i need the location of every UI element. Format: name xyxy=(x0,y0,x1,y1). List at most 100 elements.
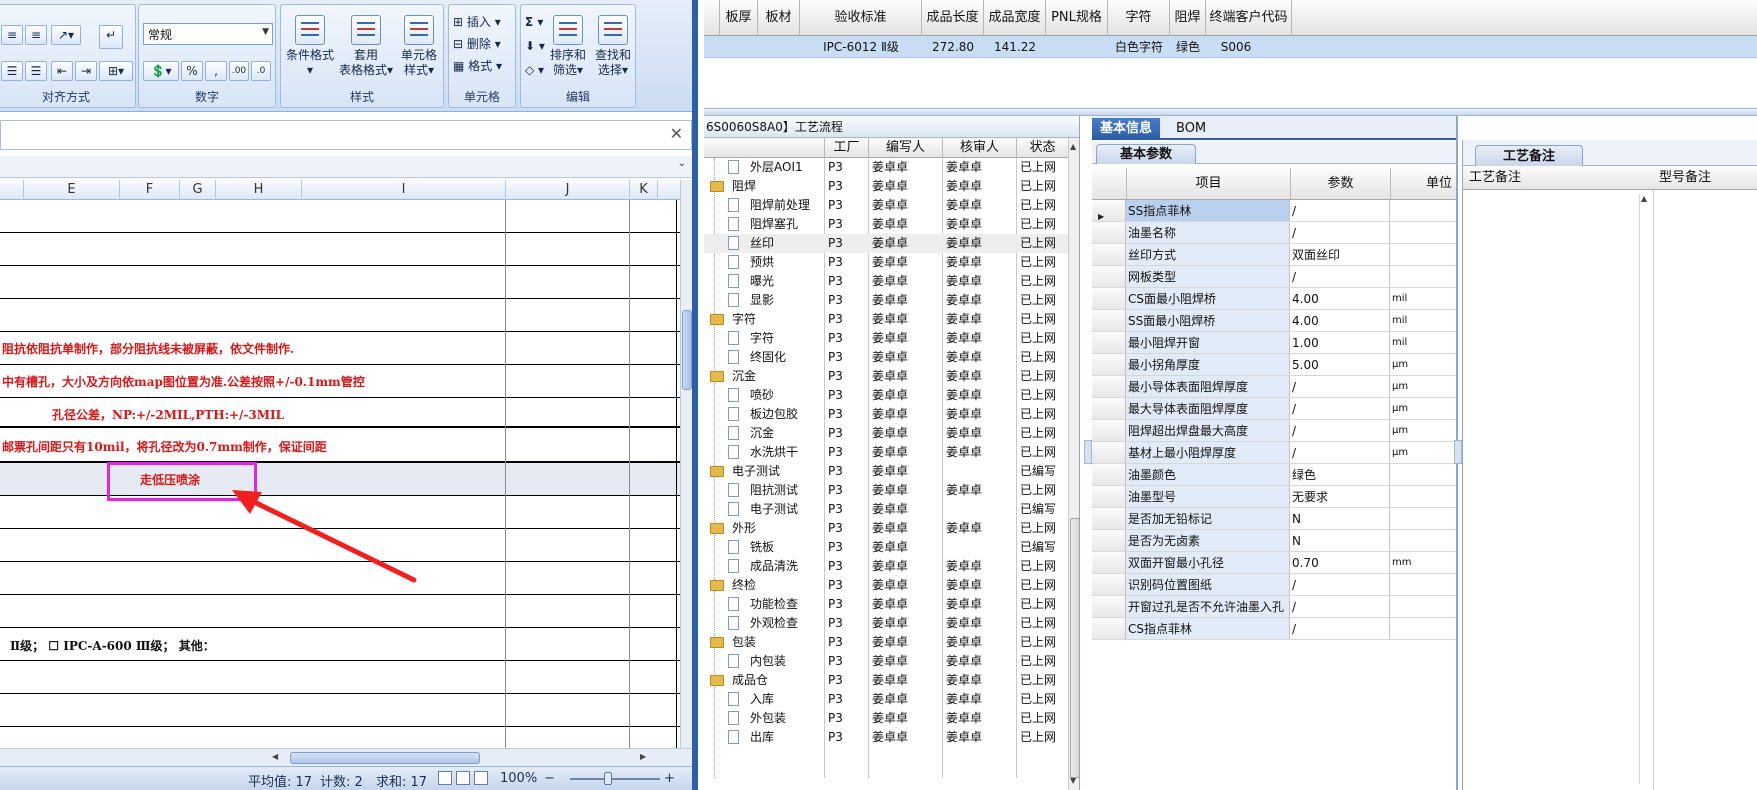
param-value[interactable]: / xyxy=(1290,596,1390,617)
page-break-icon[interactable] xyxy=(474,771,488,785)
process-row[interactable]: 内包装 P3 姜卓卓 姜卓卓 已上网 xyxy=(704,652,1068,671)
cell-ipc-class[interactable]: Ⅱ级； ☐ IPC-A-600 Ⅲ级； 其他： xyxy=(10,637,215,654)
zoom-out-icon[interactable]: − xyxy=(544,771,555,786)
row-selector[interactable] xyxy=(1092,442,1126,463)
column-header-h[interactable]: H xyxy=(216,180,302,200)
param-value[interactable]: / xyxy=(1290,420,1390,441)
param-row[interactable]: 最大导体表面阻焊厚度 / μm xyxy=(1092,398,1456,420)
align-bottom-button[interactable]: ≡ xyxy=(25,25,47,45)
sheet-row[interactable] xyxy=(0,529,680,562)
process-row[interactable]: 喷砂 P3 姜卓卓 姜卓卓 已上网 xyxy=(704,386,1068,405)
process-row[interactable]: 字符 P3 姜卓卓 姜卓卓 已上网 xyxy=(704,310,1068,329)
row-selector[interactable] xyxy=(1092,596,1126,617)
worksheet-grid[interactable]: 阻抗依阻抗单制作，部分阻抗线未被屏蔽，依文件制作. 中有槽孔，大小及方向依map… xyxy=(0,200,680,748)
param-row[interactable]: 识别码位置图纸 / xyxy=(1092,574,1456,596)
process-row[interactable]: 包装 P3 姜卓卓 姜卓卓 已上网 xyxy=(704,633,1068,652)
header-acceptance-standard[interactable]: 验收标准 xyxy=(800,0,922,36)
param-value[interactable]: 4.00 xyxy=(1290,288,1390,309)
param-row[interactable]: 双面开窗最小孔径 0.70 mm xyxy=(1092,552,1456,574)
clear-button[interactable]: ◇ ▾ xyxy=(525,63,544,78)
splitter-handle[interactable] xyxy=(1454,440,1462,464)
format-as-table-button[interactable]: 套用 表格格式▾ xyxy=(337,15,395,78)
param-row[interactable]: 网板类型 / xyxy=(1092,266,1456,288)
row-selector[interactable] xyxy=(1092,244,1126,265)
param-row[interactable]: ▶ SS指点菲林 / xyxy=(1092,200,1456,222)
sheet-row[interactable] xyxy=(0,463,680,496)
process-row[interactable]: 电子测试 P3 姜卓卓 已编写 xyxy=(704,500,1068,519)
remarks-body[interactable]: ▲ xyxy=(1463,190,1757,790)
param-value[interactable]: 双面丝印 xyxy=(1290,244,1390,265)
tab-basic-params[interactable]: 基本参数 xyxy=(1096,144,1196,164)
column-header-j[interactable]: J xyxy=(506,180,630,200)
param-row[interactable]: CS指点菲林 / xyxy=(1092,618,1456,640)
row-selector[interactable] xyxy=(1092,464,1126,485)
sheet-row[interactable] xyxy=(0,496,680,529)
expand-formula-icon[interactable]: ⌄ xyxy=(678,158,686,169)
normal-view-icon[interactable] xyxy=(438,771,452,785)
worksheet-horizontal-scrollbar[interactable]: ◀ ▶ xyxy=(0,748,692,766)
header-character[interactable]: 字符 xyxy=(1108,0,1170,36)
scroll-right-icon[interactable]: ▶ xyxy=(640,752,646,761)
param-row[interactable]: 油墨名称 / xyxy=(1092,222,1456,244)
param-row[interactable]: 最小导体表面阻焊厚度 / μm xyxy=(1092,376,1456,398)
align-center-button[interactable]: ☰ xyxy=(1,61,23,81)
param-value[interactable]: N xyxy=(1290,530,1390,551)
column-header-partial[interactable] xyxy=(0,180,24,200)
process-row[interactable]: 电子测试 P3 姜卓卓 已编写 xyxy=(704,462,1068,481)
process-row[interactable]: 成品仓 P3 姜卓卓 姜卓卓 已上网 xyxy=(704,671,1068,690)
header-pnl-spec[interactable]: PNL规格 xyxy=(1046,0,1108,36)
process-vertical-scrollbar[interactable]: ▲ ▼ xyxy=(1068,138,1079,790)
process-row[interactable]: 丝印 P3 姜卓卓 姜卓卓 已上网 xyxy=(704,234,1068,253)
page-layout-icon[interactable] xyxy=(456,771,470,785)
cell-hole-tolerance-note[interactable]: 孔径公差，NP:+/-2MIL,PTH:+/-3MIL xyxy=(52,406,284,423)
scroll-down-icon[interactable]: ▼ xyxy=(1070,776,1076,785)
param-row[interactable]: SS面最小阻焊桥 4.00 mil xyxy=(1092,310,1456,332)
row-selector[interactable] xyxy=(1092,354,1126,375)
param-value[interactable]: 0.70 xyxy=(1290,552,1390,573)
format-cells-button[interactable]: ▦ 格式 ▾ xyxy=(453,59,502,74)
cell-impedance-note[interactable]: 阻抗依阻抗单制作，部分阻抗线未被屏蔽，依文件制作. xyxy=(2,340,294,357)
header-customer-code[interactable]: 终端客户代码 xyxy=(1206,0,1292,36)
scroll-up-icon[interactable]: ▲ xyxy=(1641,194,1647,203)
scrollbar-thumb[interactable] xyxy=(682,310,692,390)
autosum-button[interactable]: Σ ▾ xyxy=(525,15,543,30)
process-row[interactable]: 阻焊塞孔 P3 姜卓卓 姜卓卓 已上网 xyxy=(704,215,1068,234)
insert-cells-button[interactable]: ⊞ 插入 ▾ xyxy=(453,15,501,30)
align-middle-button[interactable]: ≡ xyxy=(1,25,23,45)
param-value[interactable]: 4.00 xyxy=(1290,310,1390,331)
process-row[interactable]: 沉金 P3 姜卓卓 姜卓卓 已上网 xyxy=(704,424,1068,443)
column-header-e[interactable]: E xyxy=(24,180,120,200)
scrollbar-thumb[interactable] xyxy=(290,752,480,764)
process-row[interactable]: 阻焊前处理 P3 姜卓卓 姜卓卓 已上网 xyxy=(704,196,1068,215)
param-row[interactable]: 最小阻焊开窗 1.00 mil xyxy=(1092,332,1456,354)
process-row[interactable]: 成品清洗 P3 姜卓卓 姜卓卓 已上网 xyxy=(704,557,1068,576)
currency-format-button[interactable]: 💲▾ xyxy=(143,61,179,81)
conditional-format-button[interactable]: 条件格式 ▾ xyxy=(283,15,337,78)
header-length[interactable]: 成品长度 xyxy=(922,0,984,36)
sort-filter-button[interactable]: 排序和 筛选▾ xyxy=(547,15,589,78)
formula-bar[interactable]: ✕ xyxy=(0,120,692,150)
sheet-row[interactable] xyxy=(0,299,680,332)
row-selector[interactable] xyxy=(1092,222,1126,243)
row-selector[interactable] xyxy=(1092,376,1126,397)
param-row[interactable]: 开窗过孔是否不允许油墨入孔 / xyxy=(1092,596,1456,618)
process-row[interactable]: 沉金 P3 姜卓卓 姜卓卓 已上网 xyxy=(704,367,1068,386)
header-board-thickness[interactable]: 板厚 xyxy=(720,0,758,36)
comma-button[interactable]: , xyxy=(205,61,227,81)
process-row[interactable]: 外形 P3 姜卓卓 姜卓卓 已上网 xyxy=(704,519,1068,538)
row-selector[interactable] xyxy=(1092,508,1126,529)
param-value[interactable]: / xyxy=(1290,222,1390,243)
row-selector[interactable] xyxy=(1092,398,1126,419)
param-row[interactable]: 是否加无铅标记 N xyxy=(1092,508,1456,530)
param-row[interactable]: 油墨型号 无要求 xyxy=(1092,486,1456,508)
param-row[interactable]: 油墨颜色 绿色 xyxy=(1092,464,1456,486)
worksheet-vertical-scrollbar[interactable] xyxy=(680,180,692,748)
scroll-up-icon[interactable]: ▲ xyxy=(1070,142,1076,151)
process-row[interactable]: 水洗烘干 P3 姜卓卓 姜卓卓 已上网 xyxy=(704,443,1068,462)
cell-stamp-hole-note[interactable]: 邮票孔间距只有10mil，将孔径改为0.7mm制作，保证间距 xyxy=(2,438,327,455)
param-row[interactable]: 是否为无卤素 N xyxy=(1092,530,1456,552)
param-row[interactable]: 基材上最小阻焊厚度 / μm xyxy=(1092,442,1456,464)
row-selector[interactable] xyxy=(1092,288,1126,309)
param-value[interactable]: N xyxy=(1290,508,1390,529)
header-unit[interactable]: 单位 xyxy=(1390,168,1456,200)
